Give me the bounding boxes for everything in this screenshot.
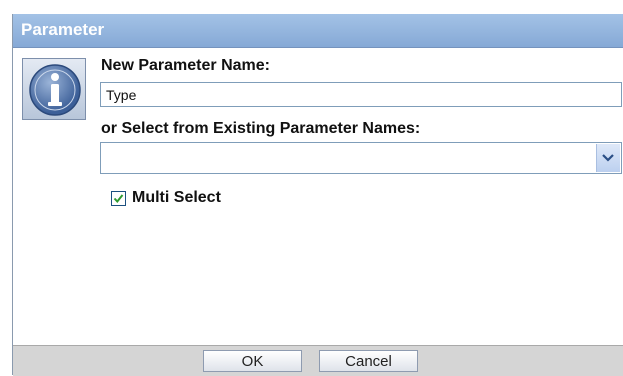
new-parameter-name-input[interactable] bbox=[100, 82, 622, 107]
parameter-dialog: Parameter New Parameter Name: or Select … bbox=[12, 14, 623, 376]
multi-select-label[interactable]: Multi Select bbox=[132, 189, 221, 207]
checkmark-icon bbox=[113, 194, 124, 204]
dialog-title-bar[interactable]: Parameter bbox=[13, 14, 623, 48]
info-icon bbox=[22, 58, 86, 120]
multi-select-checkbox[interactable] bbox=[111, 191, 126, 206]
dropdown-button[interactable] bbox=[596, 144, 620, 172]
dialog-title: Parameter bbox=[21, 20, 105, 39]
dialog-footer: OK Cancel bbox=[13, 345, 623, 376]
existing-parameter-names-select[interactable] bbox=[100, 142, 622, 174]
cancel-button[interactable]: Cancel bbox=[319, 350, 418, 372]
new-parameter-name-label: New Parameter Name: bbox=[101, 57, 270, 74]
ok-button[interactable]: OK bbox=[203, 350, 302, 372]
existing-parameter-names-label: or Select from Existing Parameter Names: bbox=[101, 120, 421, 137]
chevron-down-icon bbox=[602, 154, 614, 162]
